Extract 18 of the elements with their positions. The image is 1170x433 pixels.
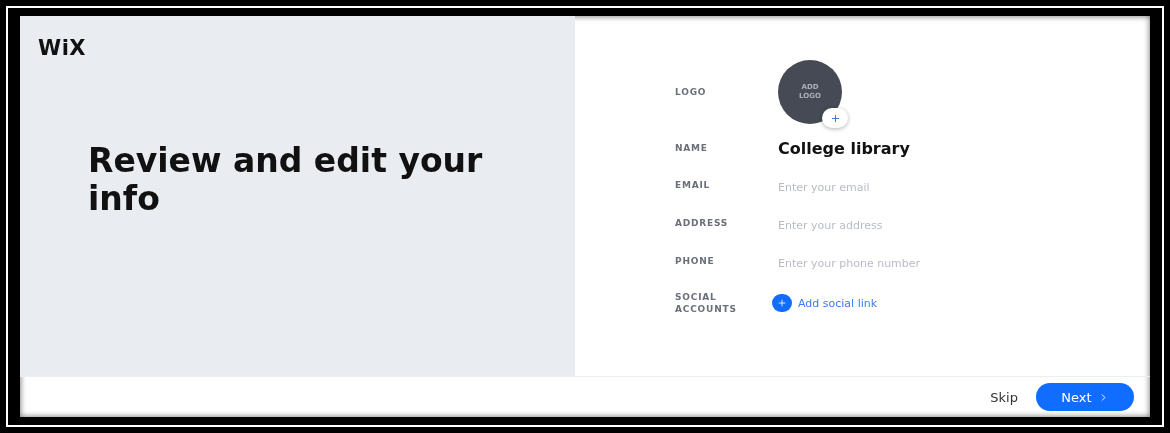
plus-icon bbox=[829, 112, 841, 124]
plus-icon bbox=[772, 294, 792, 312]
input-field[interactable]: Enter your address bbox=[778, 218, 978, 232]
field-label: ADDRESS bbox=[675, 217, 730, 229]
page-heading: Review and edit your info bbox=[88, 142, 484, 218]
logo-text: WiX bbox=[38, 36, 88, 60]
input-field[interactable]: Enter your email bbox=[778, 180, 978, 194]
add-logo-button[interactable] bbox=[822, 108, 848, 128]
next-button[interactable]: Next bbox=[1036, 383, 1134, 411]
field-label: SOCIAL ACCOUNTS bbox=[675, 291, 738, 315]
skip-button[interactable]: Skip bbox=[990, 389, 1018, 405]
name-value[interactable]: College library bbox=[778, 138, 910, 158]
add-social-link[interactable]: Add social link bbox=[772, 294, 878, 312]
input-field[interactable]: Enter your phone number bbox=[778, 256, 978, 270]
field-label: NAME bbox=[675, 142, 709, 154]
field-label: EMAIL bbox=[675, 179, 712, 191]
field-label: LOGO bbox=[675, 86, 708, 98]
field-label: PHONE bbox=[675, 255, 716, 267]
